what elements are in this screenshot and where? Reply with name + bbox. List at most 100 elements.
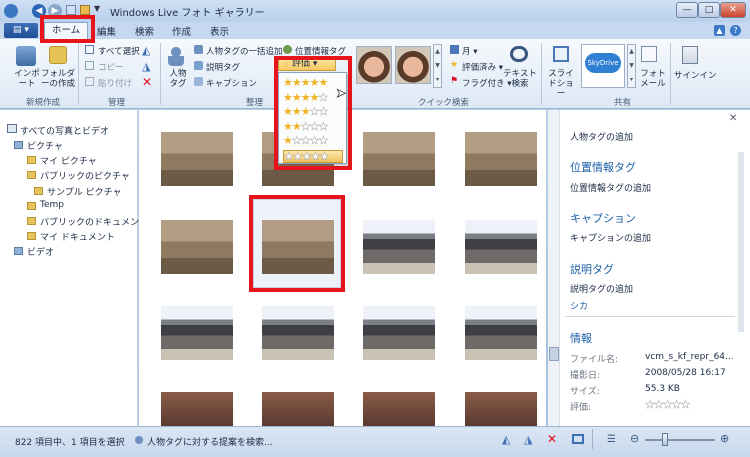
- maximize-button[interactable]: □: [698, 2, 720, 18]
- folder-icon[interactable]: [80, 5, 90, 15]
- photo-thumbnail[interactable]: [465, 306, 537, 360]
- item-count: 822 項目中、1 項目を選択: [15, 438, 125, 448]
- zoom-in-icon[interactable]: ⊕: [720, 432, 729, 445]
- tree-item[interactable]: マイ ドキュメント: [40, 230, 115, 243]
- scroll-thumb[interactable]: [549, 347, 559, 361]
- file-menu-button[interactable]: ▤ ▾: [4, 23, 38, 38]
- tree-item[interactable]: Temp: [40, 200, 64, 210]
- tree-item[interactable]: ビデオ: [27, 245, 54, 258]
- slideshow-icon[interactable]: [572, 434, 584, 444]
- zoom-out-icon[interactable]: ⊖: [630, 432, 639, 445]
- delete-icon[interactable]: ✕: [142, 75, 152, 89]
- zoom-slider-thumb[interactable]: [662, 433, 668, 446]
- caption-add[interactable]: キャプションの追加: [570, 231, 651, 244]
- photo-thumbnail[interactable]: [363, 306, 435, 360]
- copy-button[interactable]: コピー: [98, 61, 124, 73]
- zoom-slider[interactable]: [645, 439, 715, 441]
- photo-thumbnail[interactable]: [161, 392, 233, 426]
- tree-item[interactable]: サンプル ピクチャ: [47, 185, 122, 198]
- help-icon[interactable]: ?: [730, 25, 741, 36]
- slideshow-button[interactable]: スライドショー: [545, 69, 577, 99]
- import-button[interactable]: インポート: [12, 69, 42, 89]
- tab-create[interactable]: 作成: [172, 24, 191, 38]
- close-pane-icon[interactable]: ✕: [729, 113, 737, 124]
- photo-mail-icon: [641, 46, 657, 62]
- minimize-button[interactable]: —: [676, 2, 698, 18]
- select-all-icon: [85, 45, 94, 54]
- qat-dropdown-icon[interactable]: ▼: [94, 4, 100, 13]
- photo-thumbnail[interactable]: [363, 392, 435, 426]
- tree-item[interactable]: パブリックのドキュメント: [40, 215, 148, 228]
- rotate-left-icon[interactable]: ◭: [142, 44, 150, 57]
- desc-value[interactable]: シカ: [570, 299, 588, 312]
- rated-button[interactable]: 評価済み ▾: [462, 61, 503, 73]
- tab-edit[interactable]: 編集: [97, 24, 116, 38]
- rotate-left-icon[interactable]: ◭: [502, 433, 510, 446]
- photo-thumbnail[interactable]: [465, 132, 537, 186]
- sign-in-icon: [682, 46, 698, 64]
- info-header: 情報: [570, 332, 592, 345]
- photo-thumbnail[interactable]: [262, 306, 334, 360]
- person-tag-add[interactable]: 人物タグの追加: [570, 130, 633, 143]
- group-new-label: 新規作成: [26, 98, 61, 108]
- month-button[interactable]: 月 ▾: [462, 45, 477, 57]
- photo-thumbnail[interactable]: [465, 392, 537, 426]
- tab-view[interactable]: 表示: [210, 24, 229, 38]
- sign-in-button[interactable]: サインイン: [674, 69, 717, 81]
- photo-thumbnail[interactable]: [363, 132, 435, 186]
- window-title: Windows Live フォト ギャラリー: [110, 8, 265, 19]
- photo-thumbnail[interactable]: [465, 220, 537, 274]
- library-icon: [14, 247, 23, 256]
- highlight-home-tab: [40, 15, 95, 43]
- library-icon: [14, 141, 23, 149]
- size-value: 55.3 KB: [645, 384, 680, 394]
- geo-add[interactable]: 位置情報タグの追加: [570, 181, 651, 194]
- tab-search[interactable]: 検索: [135, 24, 154, 38]
- photo-mail-button[interactable]: フォトメール: [637, 69, 669, 89]
- ribbon-minimize-icon[interactable]: ▲: [714, 25, 725, 36]
- desc-add[interactable]: 説明タグの追加: [570, 282, 633, 295]
- filename-value: vcm_s_kf_repr_64...: [645, 352, 734, 362]
- tree-item[interactable]: マイ ピクチャ: [40, 154, 97, 167]
- caption-tag-icon: [194, 61, 203, 70]
- tree-root[interactable]: すべての写真とビデオ: [20, 124, 109, 137]
- photo-thumbnail[interactable]: [161, 306, 233, 360]
- caption-tag-button[interactable]: 説明タグ: [206, 61, 240, 73]
- rating-label: 評価:: [570, 403, 592, 413]
- folder-icon: [27, 232, 36, 241]
- share-scroll[interactable]: ▲ ▼ ▾: [627, 44, 636, 88]
- select-all-button[interactable]: すべて選択: [98, 45, 140, 57]
- filename-label: ファイル名:: [570, 355, 619, 365]
- save-icon[interactable]: [66, 5, 76, 15]
- tree-item[interactable]: パブリックのピクチャ: [40, 169, 130, 182]
- person-tag-button[interactable]: 人物タグ: [166, 69, 190, 89]
- photo-thumbnail[interactable]: [161, 220, 233, 274]
- details-scrollbar[interactable]: [548, 110, 560, 426]
- new-folder-button[interactable]: フォルダーの作成: [40, 69, 76, 89]
- gallery-scroll[interactable]: ▲ ▼ ▾: [433, 44, 442, 88]
- close-button[interactable]: ✕: [720, 2, 746, 18]
- photo-thumbnail[interactable]: [262, 392, 334, 426]
- face-thumbnail[interactable]: [356, 46, 392, 84]
- suggest-text[interactable]: 人物タグに対する提案を検索...: [147, 435, 273, 448]
- pane-scrollbar[interactable]: [738, 152, 744, 332]
- delete-icon[interactable]: ✕: [547, 432, 557, 446]
- rating-stars[interactable]: ★★★★★: [645, 398, 691, 411]
- text-search-button[interactable]: テキスト検索: [503, 69, 537, 89]
- caption-button[interactable]: キャプション: [206, 77, 257, 89]
- tree-item[interactable]: ピクチャ: [27, 139, 63, 152]
- face-thumbnail[interactable]: [395, 46, 431, 84]
- photo-thumbnail[interactable]: [161, 132, 233, 186]
- paste-icon: [85, 77, 94, 86]
- geo-header: 位置情報タグ: [570, 161, 636, 174]
- person-tag-bulk-button[interactable]: 人物タグの一括追加: [206, 45, 283, 57]
- details-view-icon[interactable]: ☰: [607, 434, 616, 445]
- photo-thumbnail[interactable]: [363, 220, 435, 274]
- rotate-right-icon[interactable]: ◮: [524, 433, 532, 446]
- paste-button[interactable]: 貼り付け: [98, 77, 132, 89]
- new-folder-icon: [49, 46, 67, 64]
- mouse-cursor-icon: ➤: [336, 86, 347, 101]
- group-share-label: 共有: [614, 98, 632, 108]
- desc-header: 説明タグ: [570, 263, 614, 276]
- rotate-right-icon[interactable]: ◮: [142, 60, 150, 73]
